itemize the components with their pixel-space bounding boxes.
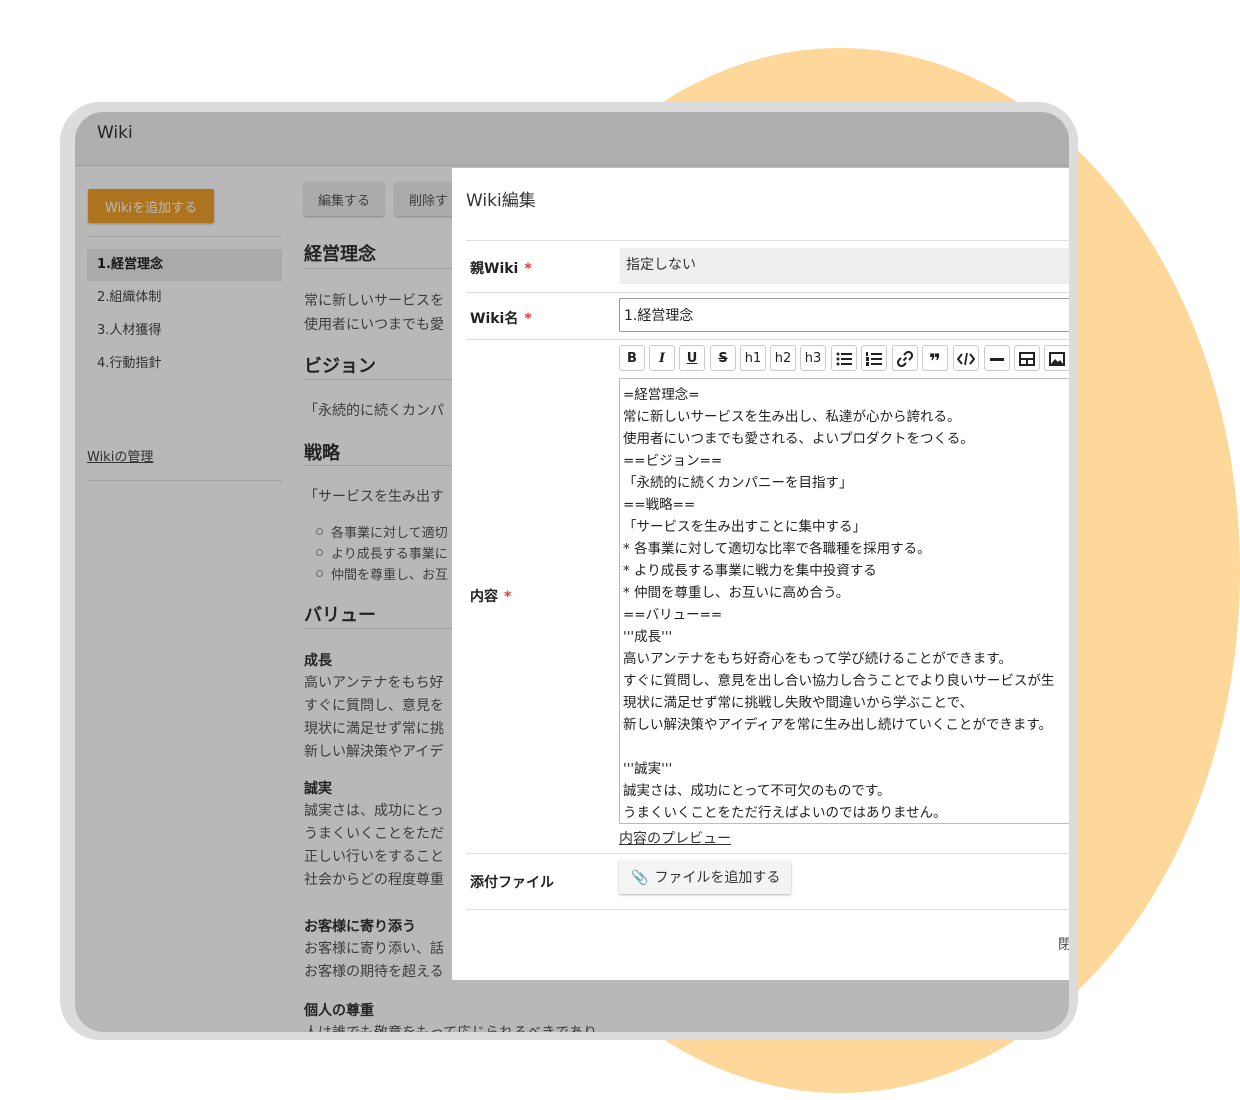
underline-button[interactable]: U: [679, 345, 705, 371]
modal-divider: [466, 292, 1069, 293]
editor-line: 現状に満足せず常に挑戦し失敗や間違いから学ぶことで、: [623, 695, 974, 711]
paperclip-icon: 📎: [631, 870, 649, 886]
strikethrough-button[interactable]: S: [710, 345, 736, 371]
editor-line: うまくいくことをただ行えばよいのではありません。: [623, 805, 947, 821]
editor-line: 高いアンテナをもち好奇心をもって学び続けることができます。: [623, 651, 1012, 667]
bold-button[interactable]: B: [619, 345, 645, 371]
editor-line: ==バリュー==: [623, 607, 723, 623]
modal-divider: [466, 909, 1069, 910]
editor-line: 常に新しいサービスを生み出し、私達が心から誇れる。: [623, 409, 961, 425]
editor-line: '''誠実''': [623, 761, 673, 777]
attachment-label: 添付ファイル: [470, 875, 554, 891]
editor-line: 使用者にいつまでも愛される、よいプロダクトをつくる。: [623, 431, 974, 447]
italic-button[interactable]: I: [649, 345, 675, 371]
editor-line: 誠実さは、成功にとって不可欠のものです。: [623, 783, 891, 799]
quote-icon[interactable]: ❞: [922, 345, 948, 373]
editor-line: 「永続的に続くカンパニーを目指す」: [623, 475, 853, 491]
editor-line: * より成長する事業に戦力を集中投資する: [623, 563, 877, 579]
required-mark: *: [524, 311, 532, 327]
numbered-list-icon[interactable]: [861, 345, 887, 371]
modal-divider: [466, 853, 1069, 854]
h1-button[interactable]: h1: [740, 345, 766, 371]
modal-divider: [466, 339, 1069, 340]
h2-button[interactable]: h2: [770, 345, 796, 371]
editor-line: すぐに質問し、意見を出し合い協力し合うことでより良いサービスが生: [623, 673, 1055, 689]
horizontal-rule-icon[interactable]: [984, 345, 1010, 371]
wiki-edit-modal: Wiki編集 親Wiki* 指定しない Wiki名* B I U S h1 h2…: [452, 168, 1069, 980]
editor-line: ==ビジョン==: [623, 453, 723, 469]
content-editor[interactable]: =経営理念= 常に新しいサービスを生み出し、私達が心から誇れる。 使用者にいつま…: [619, 378, 1069, 824]
add-file-label: ファイルを追加する: [654, 870, 781, 886]
h3-button[interactable]: h3: [800, 345, 826, 371]
editor-line: * 仲間を尊重し、お互いに高め合う。: [623, 585, 850, 601]
editor-line: '''成長''': [623, 629, 673, 645]
editor-line: 新しい解決策やアイディアを常に生み出し続けていくことができます。: [623, 717, 1053, 733]
required-mark: *: [504, 589, 512, 605]
table-icon[interactable]: [1014, 345, 1040, 371]
bullet-list-icon[interactable]: [831, 345, 857, 371]
required-mark: *: [524, 261, 532, 277]
editor-line: * 各事業に対して適切な比率で各職種を採用する。: [623, 541, 931, 557]
modal-title: Wiki編集: [466, 191, 536, 211]
editor-line: 「サービスを生み出すことに集中する」: [623, 519, 866, 535]
wiki-name-label: Wiki名 *: [470, 311, 532, 327]
code-icon[interactable]: [953, 345, 979, 371]
content-preview-link[interactable]: 内容のプレビュー: [619, 828, 731, 848]
content-label: 内容 *: [470, 589, 512, 605]
link-icon[interactable]: [892, 345, 918, 371]
image-icon[interactable]: [1044, 345, 1069, 371]
modal-divider: [466, 240, 1069, 241]
add-file-button[interactable]: 📎 ファイルを追加する: [619, 860, 791, 894]
parent-wiki-label: 親Wiki *: [470, 261, 532, 277]
app-screen: Wiki Wikiを追加する 1.経営理念 2.組織体制 3.人材獲得 4.行動…: [75, 112, 1069, 1032]
wiki-name-input[interactable]: [619, 298, 1069, 332]
editor-line: =経営理念=: [623, 387, 700, 403]
close-button[interactable]: 閉: [1058, 934, 1069, 954]
editor-line: ==戦略==: [623, 497, 696, 513]
parent-wiki-select[interactable]: 指定しない: [620, 248, 1069, 284]
